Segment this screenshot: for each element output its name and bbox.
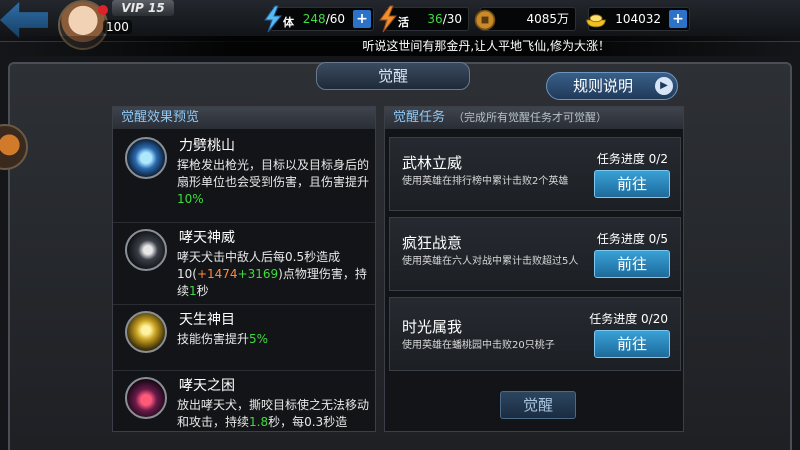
effect-item: 力劈桃山 挥枪发出枪光，目标以及目标身后的扇形单位也会受到伤害，且伤害提升10% [113,131,375,223]
coin-resource: 4085万 [474,7,576,31]
add-gold-button[interactable]: + [669,10,687,28]
quest-card: 疯狂战意 使用英雄在六人对战中累计击败超过5人 任务进度 0/5 前往 [389,217,681,291]
gold-resource: 104032 + [586,7,690,31]
quest-progress: 任务进度 0/2 [596,152,668,166]
goto-button[interactable]: 前往 [594,330,670,358]
spear-slash-icon [125,137,167,179]
effect-name: 天生神目 [179,312,235,328]
rules-button-label: 规则说明 [573,77,634,95]
add-stamina-button[interactable]: + [353,10,371,28]
tasks-panel-subtitle: （完成所有觉醒任务才可觉醒） [453,111,608,124]
vigor-value: 36/30 [427,12,462,26]
coin-value: 4085万 [526,12,569,26]
effect-description: 挥枪发出枪光，目标以及目标身后的扇形单位也会受到伤害，且伤害提升10% [177,158,370,206]
vip-badge[interactable]: VIP 15 [112,0,174,16]
effect-item: 哮天之困 放出哮天犬，撕咬目标使之无法移动和攻击，持续1.8秒，每0.3秒造 [113,371,375,431]
howling-dog-icon [125,229,167,271]
awaken-button[interactable]: 觉醒 [500,391,576,419]
effects-panel-title: 觉醒效果预览 [113,107,375,129]
back-arrow-icon[interactable] [0,2,48,38]
goto-button[interactable]: 前往 [594,250,670,278]
notification-dot [98,5,108,15]
rules-button[interactable]: 规则说明 ▶ [546,72,678,100]
effect-description: 放出哮天犬，撕咬目标使之无法移动和攻击，持续1.8秒，每0.3秒造 [177,398,370,429]
stamina-tag: 体 [283,16,294,29]
dog-bite-icon [125,377,167,419]
vigor-tag: 活 [398,16,409,29]
quest-name: 武林立威 [402,154,463,172]
quest-name: 疯狂战意 [402,234,463,252]
tasks-panel-title: 觉醒任务 （完成所有觉醒任务才可觉醒） [385,107,683,129]
quest-progress: 任务进度 0/20 [589,312,668,326]
effect-item: 天生神目 技能伤害提升5% [113,305,375,371]
player-level: 100 [103,20,132,34]
effects-preview-panel[interactable]: 觉醒效果预览 力劈桃山 挥枪发出枪光，目标以及目标身后的扇形单位也会受到伤害，且… [112,106,376,432]
effect-name: 力劈桃山 [179,138,235,154]
play-arrow-icon: ▶ [655,77,673,95]
effect-item: 哮天神威 哮天犬击中敌人后每0.5秒造成10(+1474+3169)点物理伤害，… [113,223,375,305]
quest-card: 武林立威 使用英雄在排行榜中累计击败2个英雄 任务进度 0/2 前往 [389,137,681,211]
effect-description: 哮天犬击中敌人后每0.5秒造成10(+1474+3169)点物理伤害，持续1秒 [177,250,367,298]
coin-icon [474,9,496,31]
quest-name: 时光属我 [402,318,463,336]
vigor-resource: 活 36/30 [379,5,469,33]
effect-name: 哮天神威 [179,230,235,246]
announcement-marquee: 听说这世间有那金丹,让人平地飞仙,修为大涨！ [0,36,800,56]
stamina-resource: 体 248/60 + [264,5,374,33]
quest-description: 使用英雄在蟠桃园中击败20只桃子 [402,340,555,351]
effect-description: 技能伤害提升5% [177,332,269,346]
gold-value: 104032 [615,12,661,26]
effect-name: 哮天之困 [179,378,235,394]
page-title: 觉醒 [316,62,470,90]
awaken-tasks-panel: 觉醒任务 （完成所有觉醒任务才可觉醒） 武林立威 使用英雄在排行榜中累计击败2个英… [384,106,684,432]
goto-button[interactable]: 前往 [594,170,670,198]
quest-description: 使用英雄在排行榜中累计击败2个英雄 [402,176,569,187]
stamina-value: 248/60 [302,12,345,26]
quest-card: 时光属我 使用英雄在蟠桃园中击败20只桃子 任务进度 0/20 前往 [389,297,681,371]
quest-progress: 任务进度 0/5 [596,232,668,246]
divine-eye-icon [125,311,167,353]
gold-ingot-icon [586,14,606,28]
quest-description: 使用英雄在六人对战中累计击败超过5人 [402,256,579,267]
